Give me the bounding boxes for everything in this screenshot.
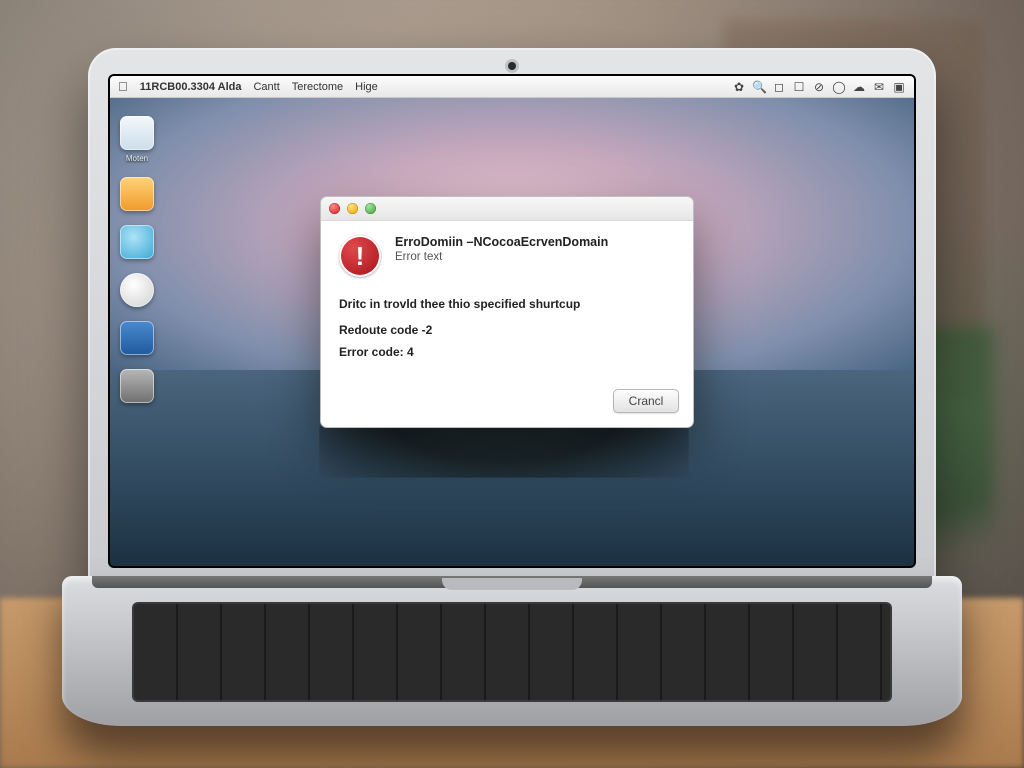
apple-menu-icon[interactable]:  [118,80,128,93]
search-icon[interactable]: 🔍 [752,80,766,94]
window-close-icon[interactable] [329,203,340,214]
status-icon[interactable]: ▣ [892,80,906,94]
desktop-icon-label: Moten [120,154,154,163]
menubar-item[interactable]: Terectome [292,81,343,93]
dialog-message: Dritc in trovld thee thio specified shur… [339,297,675,311]
screen-bezel:  11RCB00.3304 Alda Cantt Terectome Hige… [108,74,916,568]
menubar-item[interactable]: Cantt [253,81,279,93]
desktop-icon-column: Moten [120,116,154,403]
status-icon[interactable]: ◻ [772,80,786,94]
desktop-icon[interactable] [120,177,154,211]
dialog-detail-line: Redoute code -2 [339,323,675,337]
desktop-icon[interactable] [120,369,154,403]
laptop:  11RCB00.3304 Alda Cantt Terectome Hige… [88,48,936,708]
status-icon[interactable]: ☐ [792,80,806,94]
window-minimize-icon[interactable] [347,203,358,214]
status-icon[interactable]: ✉ [872,80,886,94]
laptop-keyboard [132,602,892,702]
desktop-icon[interactable] [120,273,154,307]
environment-photo:  11RCB00.3304 Alda Cantt Terectome Hige… [0,0,1024,768]
status-icon[interactable]: ⊘ [812,80,826,94]
status-icons: ✿ 🔍 ◻ ☐ ⊘ ◯ ☁ ✉ ▣ [732,80,906,94]
desktop-icon[interactable] [120,116,154,150]
desktop-icon[interactable] [120,225,154,259]
menubar-app-title[interactable]: 11RCB00.3304 Alda [140,81,242,93]
menu-bar:  11RCB00.3304 Alda Cantt Terectome Hige… [110,76,914,98]
dialog-detail-line: Error code: 4 [339,345,675,359]
dialog-subheading: Error text [395,251,675,263]
window-zoom-icon[interactable] [365,203,376,214]
laptop-lid:  11RCB00.3304 Alda Cantt Terectome Hige… [88,48,936,588]
cancel-button[interactable]: Crancl [613,389,679,413]
menubar-item[interactable]: Hige [355,81,378,93]
desktop-icon[interactable] [120,321,154,355]
status-icon[interactable]: ☁ [852,80,866,94]
laptop-base [62,576,962,726]
alert-icon [339,235,381,277]
status-icon[interactable]: ✿ [732,80,746,94]
dialog-button-bar: Crancl [321,379,693,427]
desktop-screen:  11RCB00.3304 Alda Cantt Terectome Hige… [110,76,914,566]
dialog-body: ErroDomiin –NCocoaEcrvenDomain Error tex… [321,221,693,379]
laptop-notch [442,578,582,590]
status-icon[interactable]: ◯ [832,80,846,94]
webcam [508,62,516,70]
error-dialog: ErroDomiin –NCocoaEcrvenDomain Error tex… [320,196,694,428]
dialog-heading: ErroDomiin –NCocoaEcrvenDomain [395,235,675,249]
dialog-titlebar[interactable] [321,197,693,221]
